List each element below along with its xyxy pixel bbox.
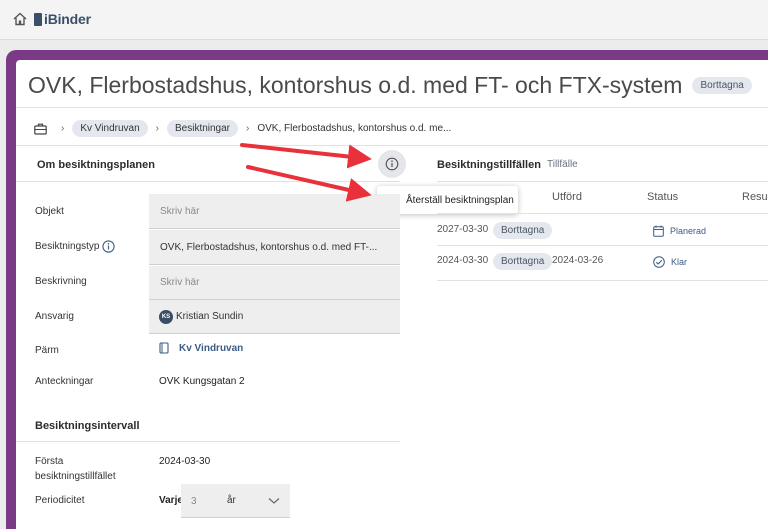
objekt-input[interactable]: Skriv här xyxy=(149,194,400,229)
avatar: KS xyxy=(159,309,173,324)
beskrivning-label: Beskrivning xyxy=(35,276,87,287)
periodicitet-label: Periodicitet xyxy=(35,495,85,506)
info-icon[interactable] xyxy=(102,240,115,253)
binder-icon xyxy=(159,342,169,354)
status-badge: Borttagna xyxy=(692,77,752,94)
ansvarig-label: Ansvarig xyxy=(35,311,74,322)
anteckningar-label: Anteckningar xyxy=(35,376,94,387)
table-header-divider xyxy=(437,213,768,214)
besiktningstyp-label: Besiktningstyp xyxy=(35,241,100,252)
home-icon[interactable] xyxy=(12,11,28,27)
chevron-right-icon: › xyxy=(61,123,65,134)
column-header-status[interactable]: Status xyxy=(647,191,678,203)
occasion-date: 2024-03-30 xyxy=(437,255,489,266)
breadcrumb-divider xyxy=(16,145,768,146)
briefcase-icon[interactable] xyxy=(34,123,47,135)
column-header-resultat[interactable]: Resul xyxy=(742,191,768,203)
ibinder-logo-icon xyxy=(34,12,42,26)
beskrivning-input[interactable]: Skriv här xyxy=(149,266,400,300)
about-divider xyxy=(16,181,400,182)
about-section-title: Om besiktningsplanen xyxy=(37,159,155,171)
occasions-tab[interactable]: Tillfälle xyxy=(547,159,578,170)
ansvarig-value: Kristian Sundin xyxy=(176,311,244,322)
parm-link[interactable]: Kv Vindruvan xyxy=(159,342,243,354)
parm-label: Pärm xyxy=(35,345,59,356)
occasions-section-title: Besiktningstillfällen xyxy=(437,159,541,171)
top-bar: iBinder xyxy=(0,0,768,40)
periodicitet-prefix: Varje xyxy=(159,495,183,506)
header-divider xyxy=(16,107,768,108)
beskrivning-placeholder: Skriv här xyxy=(160,277,200,288)
ansvarig-select[interactable]: KS Kristian Sundin xyxy=(149,300,400,334)
brand-name: iBinder xyxy=(44,11,91,27)
breadcrumb: › Kv Vindruvan › Besiktningar › OVK, Fle… xyxy=(34,120,451,137)
breadcrumb-item-kv-vindruvan[interactable]: Kv Vindruvan xyxy=(72,120,148,137)
occasions-divider xyxy=(437,181,768,182)
row-divider xyxy=(437,245,768,246)
periodicitet-number: 3 xyxy=(191,496,197,507)
occasion-date: 2027-03-30 xyxy=(437,224,489,235)
occasion-performed-date: 2024-03-26 xyxy=(552,255,604,266)
occasion-status: Planerad xyxy=(653,225,706,237)
periodicitet-select[interactable]: 3 år xyxy=(181,484,290,518)
chevron-down-icon xyxy=(268,498,280,504)
occasion-status-label: Klar xyxy=(671,257,688,267)
occasion-badge: Borttagna xyxy=(493,253,553,270)
chevron-right-icon: › xyxy=(155,123,159,134)
forsta-label-line1: Första xyxy=(35,456,64,467)
column-header-utford[interactable]: Utförd xyxy=(552,191,582,203)
besiktningstyp-value: OVK, Flerbostadshus, kontorshus o.d. med… xyxy=(160,241,378,253)
objekt-placeholder: Skriv här xyxy=(160,205,200,217)
forsta-value: 2024-03-30 xyxy=(159,456,211,467)
interval-section-title: Besiktningsintervall xyxy=(35,420,140,432)
info-icon xyxy=(385,157,399,171)
periodicitet-unit: år xyxy=(227,495,236,506)
calendar-icon xyxy=(653,225,664,237)
restore-plan-menu-item[interactable]: Återställ besiktningsplan xyxy=(406,195,514,206)
page-header: OVK, Flerbostadshus, kontorshus o.d. med… xyxy=(28,72,752,99)
info-button[interactable] xyxy=(378,150,406,178)
page-title: OVK, Flerbostadshus, kontorshus o.d. med… xyxy=(28,72,683,98)
interval-divider xyxy=(16,441,400,442)
chevron-right-icon: › xyxy=(246,123,250,134)
inspection-plan-panel: OVK, Flerbostadshus, kontorshus o.d. med… xyxy=(16,60,768,529)
breadcrumb-item-current: OVK, Flerbostadshus, kontorshus o.d. me.… xyxy=(257,123,452,134)
ibinder-logo[interactable]: iBinder xyxy=(34,11,91,27)
occasion-status-label: Planerad xyxy=(670,226,707,236)
breadcrumb-item-besiktningar[interactable]: Besiktningar xyxy=(166,120,239,137)
check-circle-icon xyxy=(653,256,665,268)
forsta-label-line2: besiktningstillfället xyxy=(35,471,116,482)
anteckningar-value: OVK Kungsgatan 2 xyxy=(159,376,245,387)
occasion-badge: Borttagna xyxy=(493,222,553,239)
besiktningstyp-select[interactable]: OVK, Flerbostadshus, kontorshus o.d. med… xyxy=(149,230,400,265)
parm-value: Kv Vindruvan xyxy=(179,342,244,354)
objekt-label: Objekt xyxy=(35,206,64,217)
occasion-status: Klar xyxy=(653,256,687,268)
row-divider xyxy=(437,280,768,281)
